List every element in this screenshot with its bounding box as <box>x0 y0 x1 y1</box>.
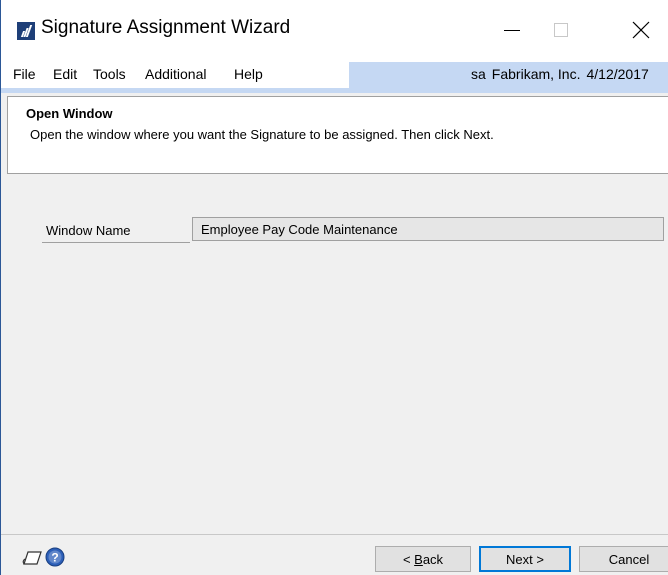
minimize-icon <box>504 29 520 31</box>
menu-edit[interactable]: Edit <box>53 66 77 82</box>
help-icon[interactable]: ? <box>45 547 65 567</box>
back-button-accelerator: B <box>414 551 423 567</box>
menu-help[interactable]: Help <box>234 66 263 82</box>
window-name-label: Window Name <box>46 223 131 238</box>
step-title: Open Window <box>26 106 113 121</box>
app-logo-icon[interactable] <box>17 22 35 40</box>
menu-file[interactable]: File <box>13 66 36 82</box>
menu-bar: File Edit Tools Additional Help sa Fabrik… <box>1 62 668 88</box>
wizard-footer: ? < Back Next > Cancel <box>1 535 668 575</box>
user-name: sa <box>471 66 486 82</box>
window-name-field: Employee Pay Code Maintenance <box>192 217 664 241</box>
maximize-button[interactable] <box>538 0 584 60</box>
user-info: sa Fabrikam, Inc. 4/12/2017 <box>471 66 655 82</box>
window-title: Signature Assignment Wizard <box>41 17 291 38</box>
menu-tools[interactable]: Tools <box>93 66 126 82</box>
company-name[interactable]: Fabrikam, Inc. <box>492 66 581 82</box>
title-bar: Signature Assignment Wizard <box>1 0 668 62</box>
note-icon[interactable] <box>21 549 43 567</box>
step-description: Open the window where you want the Signa… <box>30 127 494 142</box>
next-button[interactable]: Next > <box>479 546 571 572</box>
close-icon <box>632 21 650 39</box>
back-button[interactable]: < Back <box>375 546 471 572</box>
label-underline <box>42 242 190 243</box>
signature-assignment-wizard-window: Signature Assignment Wizard File Edit To… <box>0 0 668 575</box>
wizard-header-panel: Open Window Open the window where you wa… <box>7 96 668 174</box>
menu-separator <box>1 88 668 93</box>
user-date[interactable]: 4/12/2017 <box>587 66 649 82</box>
back-button-prefix: < <box>402 551 415 567</box>
svg-text:?: ? <box>51 551 58 565</box>
cancel-button[interactable]: Cancel <box>579 546 668 572</box>
back-button-label: ack <box>422 551 444 567</box>
close-button[interactable] <box>618 0 664 60</box>
minimize-button[interactable] <box>489 0 535 60</box>
maximize-icon <box>554 23 568 37</box>
menu-additional[interactable]: Additional <box>145 66 207 82</box>
